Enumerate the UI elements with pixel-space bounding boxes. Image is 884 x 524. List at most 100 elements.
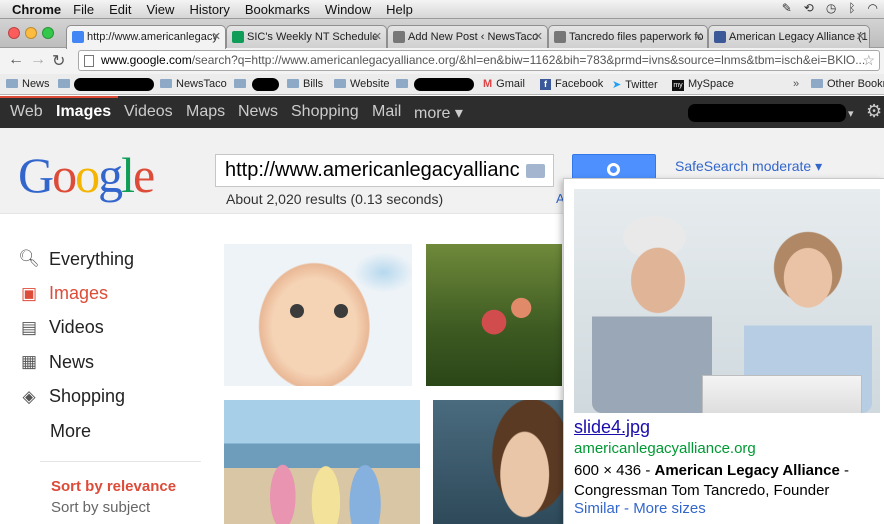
close-tab-icon[interactable]: ✕ [534,26,543,48]
gbar-videos[interactable]: Videos [124,103,173,121]
preview-links: Similar - More sizes [574,500,706,517]
bookmark-news[interactable]: News [6,78,50,90]
preview-title: American Legacy Alliance [654,462,840,479]
folder-icon [396,79,408,88]
bookmark-label: Twitter [625,79,658,91]
bookmark-website[interactable]: Website [334,78,390,90]
leftnav-images[interactable]: ▣ Images [18,276,208,310]
tab-label: Add New Post ‹ NewsTaco [408,31,539,43]
close-tab-icon[interactable]: ✕ [373,26,382,48]
bookmark-label: Website [350,78,390,90]
bookmark-redacted-3[interactable] [396,78,412,90]
gbar-maps[interactable]: Maps [186,103,225,121]
tab-facebook-ala[interactable]: American Legacy Alliance (1 ✕ [708,25,870,49]
leftnav-shopping[interactable]: ◈ Shopping [18,380,208,414]
sort-by-relevance[interactable]: Sort by relevance [51,478,176,495]
gear-icon[interactable]: ⚙ [866,101,882,122]
tab-newstaco-post[interactable]: Add New Post ‹ NewsTaco ✕ [387,25,548,49]
leftnav-label: Videos [49,317,104,338]
menu-view[interactable]: View [146,2,174,17]
gbar-mail[interactable]: Mail [372,103,401,121]
myspace-icon: my [672,80,684,91]
tag-icon: ◈ [22,386,36,406]
gbar-shopping[interactable]: Shopping [291,103,359,121]
bookmark-myspace[interactable]: my MySpace [672,78,734,91]
leftnav-more[interactable]: More [18,414,208,448]
gbar-news[interactable]: News [238,103,278,121]
safesearch-dropdown[interactable]: SafeSearch moderate ▾ [675,158,822,175]
bookmark-label: Other Bookm [827,78,884,90]
menu-help[interactable]: Help [386,2,413,17]
gbar-web[interactable]: Web [10,103,43,121]
tab-tancredo-paperwork[interactable]: Tancredo files paperwork fo ✕ [548,25,708,49]
leftnav-divider [40,461,201,462]
back-arrow-icon[interactable]: ← [8,51,24,69]
reload-icon[interactable]: ↻ [52,51,65,71]
close-tab-icon[interactable]: ✕ [856,26,865,48]
preview-image[interactable] [574,189,880,413]
close-window-button[interactable] [8,27,20,39]
zoom-window-button[interactable] [42,27,54,39]
bookmark-other[interactable]: Other Bookm [811,78,884,90]
folder-icon [6,79,18,88]
search-icon: 🔍︎ [18,249,40,269]
evernote-icon[interactable]: ✎ [782,1,792,15]
redaction-mark [252,78,279,91]
logo-letter: o [75,147,100,203]
similar-link[interactable]: Similar [574,500,620,517]
bluetooth-icon[interactable]: ᛒ [848,1,855,15]
wordpress-favicon-icon [393,31,405,43]
newspaper-icon: ▦ [20,352,38,372]
bookmark-bills[interactable]: Bills [287,78,323,90]
menu-history[interactable]: History [189,2,229,17]
search-input[interactable]: http://www.americanlegacyallianc [215,154,554,187]
tab-google-images[interactable]: http://www.americanlegacy ✕ [66,25,226,49]
menu-bookmarks[interactable]: Bookmarks [245,2,310,17]
minimize-window-button[interactable] [25,27,37,39]
folder-icon [811,79,823,88]
more-sizes-link[interactable]: More sizes [633,500,706,517]
gbar-images[interactable]: Images [56,103,111,121]
wifi-icon[interactable]: ◠ [868,1,878,15]
app-menu-chrome[interactable]: Chrome [12,2,61,17]
sort-by-subject[interactable]: Sort by subject [51,499,150,516]
result-thumbnail-girl[interactable] [433,400,564,524]
leftnav-news[interactable]: ▦ News [18,345,208,379]
close-tab-icon[interactable]: ✕ [212,26,221,48]
bookmark-gmail[interactable]: M Gmail [483,78,525,90]
preview-figure-man [592,199,712,413]
menu-file[interactable]: File [73,2,94,17]
tab-sic-schedule[interactable]: SIC's Weekly NT Schedule ✕ [226,25,387,49]
result-thumbnail-baby[interactable] [224,244,412,386]
bookmarks-overflow-chevron-icon[interactable]: » [793,78,799,90]
result-stats: About 2,020 results (0.13 seconds) [226,191,444,207]
result-thumbnail-family-beach[interactable] [224,400,420,524]
bookmark-label: NewsTaco [176,78,227,90]
google-logo[interactable]: Google [18,146,155,204]
bookmark-star-icon[interactable]: ☆ [862,51,875,70]
account-dropdown-icon[interactable]: ▾ [848,107,854,120]
url-host: www.google.com [101,53,192,67]
address-bar[interactable]: www.google.com/search?q=http://www.ameri… [78,50,880,71]
menu-window[interactable]: Window [325,2,371,17]
gbar-more[interactable]: more ▾ [414,103,463,123]
forward-arrow-icon[interactable]: → [30,51,46,69]
bookmark-redacted-2[interactable] [234,78,250,90]
google-nav-bar: Web Images Videos Maps News Shopping Mai… [0,96,884,128]
logo-letter: o [52,147,77,203]
account-name-redacted[interactable] [688,104,846,122]
tab-label: American Legacy Alliance (1 [729,31,868,43]
close-tab-icon[interactable]: ✕ [694,26,703,48]
logo-letter: G [18,147,54,203]
bookmark-facebook[interactable]: f Facebook [540,78,603,90]
bookmark-twitter[interactable]: ➤ Twitter [612,78,658,91]
bookmark-newstaco[interactable]: NewsTaco [160,78,227,90]
leftnav-everything[interactable]: 🔍︎ Everything [18,242,208,276]
leftnav-videos[interactable]: ▤ Videos [18,311,208,345]
sync-icon[interactable]: ⟲ [804,1,814,15]
search-by-image-camera-icon[interactable] [526,164,545,178]
preview-filename-link[interactable]: slide4.jpg [574,417,650,438]
menu-edit[interactable]: Edit [109,2,131,17]
time-machine-icon[interactable]: ◷ [826,1,836,15]
result-thumbnail-children-outdoors[interactable] [426,244,562,386]
